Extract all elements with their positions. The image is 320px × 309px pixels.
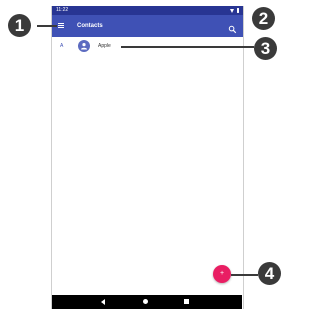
status-icons <box>229 6 239 15</box>
search-icon[interactable] <box>228 21 237 34</box>
back-icon[interactable] <box>101 299 105 305</box>
callout-3: 3 <box>254 37 277 60</box>
contact-avatar <box>78 40 90 52</box>
recents-icon[interactable] <box>184 299 189 304</box>
menu-icon[interactable] <box>57 22 65 30</box>
callout-1-leader <box>37 25 57 27</box>
contact-name: Apple <box>98 43 111 49</box>
status-bar: 11:22 <box>52 6 243 15</box>
home-icon[interactable] <box>143 299 148 304</box>
callout-4: 4 <box>258 262 281 285</box>
battery-icon <box>236 8 239 13</box>
callout-3-leader <box>121 46 254 48</box>
wifi-icon <box>229 8 234 13</box>
callout-2: 2 <box>252 7 275 30</box>
page-title: Contacts <box>77 23 103 29</box>
add-contact-button[interactable]: + <box>213 265 231 283</box>
index-letter: A <box>60 43 64 49</box>
phone-screen: 11:22 Contacts A Apple <box>51 6 244 309</box>
callout-4-leader <box>231 274 258 276</box>
status-time: 11:22 <box>56 7 69 13</box>
callout-1: 1 <box>8 14 31 37</box>
person-icon <box>81 43 87 50</box>
navigation-bar <box>52 295 242 309</box>
app-bar: Contacts <box>52 15 243 37</box>
